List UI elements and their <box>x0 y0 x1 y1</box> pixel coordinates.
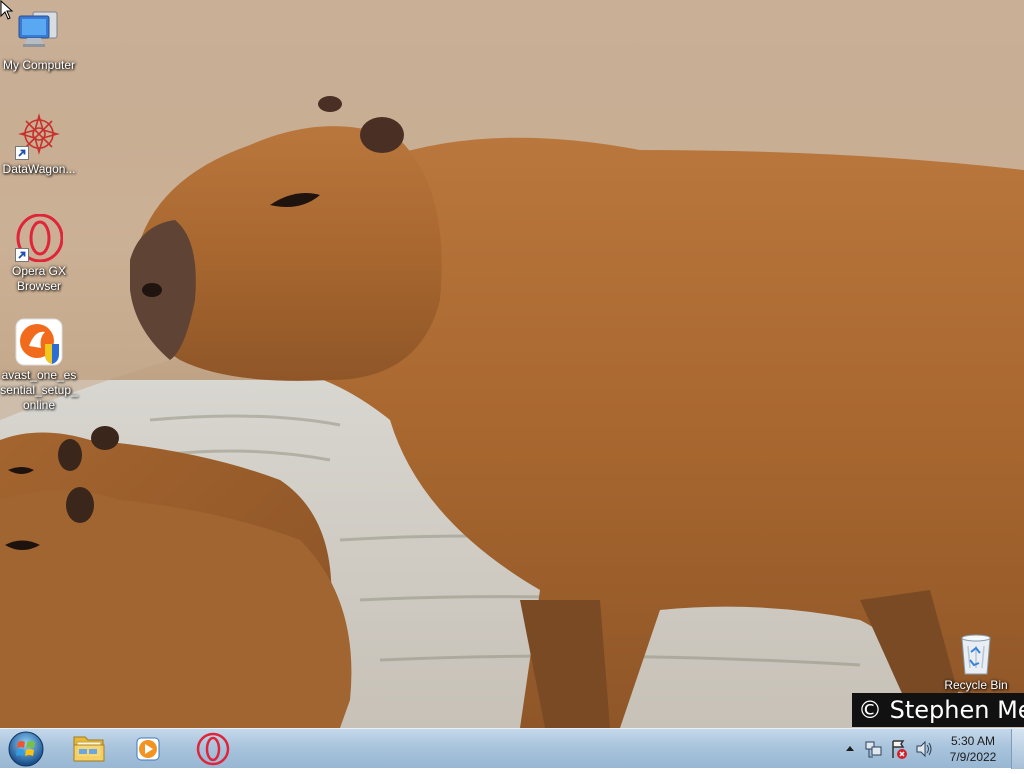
desktop-icon-avast[interactable]: avast_one_essential_setup_online <box>0 318 78 413</box>
taskbar: 5:30 AM 7/9/2022 <box>0 728 1024 769</box>
volume-icon <box>916 740 932 758</box>
windows-start-icon <box>8 731 44 767</box>
recycle-bin-icon <box>956 632 996 676</box>
action-center-tray-button[interactable] <box>889 729 909 769</box>
media-player-icon <box>136 737 160 761</box>
desktop-icon-label: Recycle Bin <box>944 678 1008 692</box>
tray-clock[interactable]: 5:30 AM 7/9/2022 <box>940 733 1006 765</box>
wallpaper-credit: © Stephen Me <box>852 693 1024 727</box>
taskbar-file-explorer-button[interactable] <box>63 731 115 767</box>
desktop-icon-datawagon[interactable]: DataWagon... <box>0 112 78 177</box>
clock-time: 5:30 AM <box>950 734 996 748</box>
folder-icon <box>73 736 105 762</box>
desktop-icon-recycle-bin[interactable]: Recycle Bin <box>937 632 1015 693</box>
desktop-icon-opera-gx[interactable]: Opera GX Browser <box>0 213 78 294</box>
computer-icon <box>15 8 63 56</box>
show-hidden-icons-button[interactable] <box>843 729 857 769</box>
desktop-icon-label: avast_one_essential_setup_online <box>0 368 78 412</box>
volume-tray-button[interactable] <box>914 729 934 769</box>
show-hidden-icons-icon <box>846 746 854 751</box>
desktop-icon-label: Opera GX Browser <box>11 264 67 293</box>
network-icon <box>865 741 882 758</box>
datawagon-icon <box>15 112 63 160</box>
action-center-icon <box>892 740 907 759</box>
taskbar-opera-button[interactable] <box>187 731 239 767</box>
show-desktop-button[interactable] <box>1011 729 1024 769</box>
opera-icon <box>196 732 230 766</box>
desktop-icon-my-computer[interactable]: My Computer <box>0 8 78 73</box>
desktop-wallpaper: © Stephen Me <box>0 0 1024 728</box>
network-tray-button[interactable] <box>864 729 884 769</box>
desktop-icon-label: My Computer <box>2 58 76 72</box>
shortcut-arrow-icon <box>15 146 29 160</box>
opera-gx-icon <box>15 213 64 263</box>
taskbar-media-player-button[interactable] <box>122 731 174 767</box>
start-button[interactable] <box>6 730 46 768</box>
capybara-wallpaper-image <box>0 0 1024 728</box>
shortcut-arrow-icon <box>15 248 29 262</box>
avast-icon <box>15 318 63 366</box>
clock-date: 7/9/2022 <box>949 750 997 764</box>
desktop-icon-label: DataWagon... <box>2 162 76 176</box>
